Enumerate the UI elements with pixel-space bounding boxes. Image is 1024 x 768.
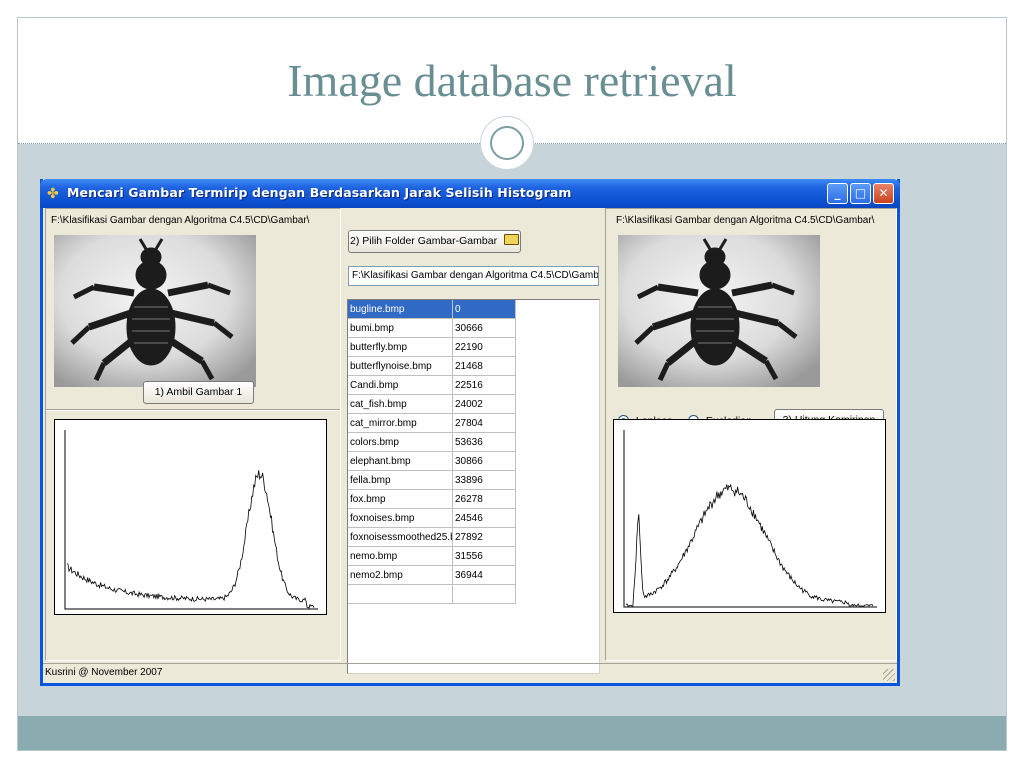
file-name-cell: foxnoises.bmp <box>348 508 453 528</box>
slide-bottom-band <box>18 716 1006 750</box>
file-list[interactable]: bugline.bmp 0 bumi.bmp 30666 butterfly.bmp 22… <box>347 299 600 674</box>
file-name-cell: elephant.bmp <box>348 451 453 471</box>
result-image-path: F:\Klasifikasi Gambar dengan Algoritma C… <box>616 215 875 226</box>
left-separator <box>46 409 340 411</box>
file-distance-cell: 27892 <box>452 527 516 547</box>
file-distance-cell: 33896 <box>452 470 516 490</box>
query-image-path: F:\Klasifikasi Gambar dengan Algoritma C… <box>51 215 310 226</box>
slide-frame: Image database retrieval ✤ Mencari Gamba… <box>17 17 1007 751</box>
slide-title: Image database retrieval <box>287 55 737 106</box>
table-row[interactable]: butterflynoise.bmp 21468 <box>348 356 516 376</box>
statusbar: Kusrini @ November 2007 <box>43 663 897 683</box>
file-name-cell: foxnoisessmoothed25.bmp <box>348 527 453 547</box>
histogram-axis <box>64 430 318 610</box>
file-name-cell: fella.bmp <box>348 470 453 490</box>
file-name-cell: bugline.bmp <box>348 300 453 319</box>
folder-path-input[interactable]: F:\Klasifikasi Gambar dengan Algoritma C… <box>348 266 599 286</box>
file-name-cell: cat_fish.bmp <box>348 394 453 414</box>
table-row[interactable]: fella.bmp 33896 <box>348 470 516 490</box>
folder-open-icon <box>503 234 519 245</box>
table-row[interactable]: fox.bmp 26278 <box>348 489 516 509</box>
left-panel: F:\Klasifikasi Gambar dengan Algoritma C… <box>45 208 341 661</box>
file-name-cell: butterflynoise.bmp <box>348 356 453 376</box>
file-distance-cell: 30666 <box>452 318 516 338</box>
file-distance-cell: 27804 <box>452 413 516 433</box>
louse-image-icon <box>54 235 256 387</box>
file-name-cell: nemo2.bmp <box>348 565 453 585</box>
file-name-cell: fox.bmp <box>348 489 453 509</box>
slide-header: Image database retrieval <box>18 18 1006 170</box>
table-row[interactable]: nemo2.bmp 36944 <box>348 565 516 585</box>
file-distance-cell: 22516 <box>452 375 516 395</box>
query-histogram <box>54 419 327 615</box>
file-distance-cell: 36944 <box>452 565 516 585</box>
pilih-folder-label: 2) Pilih Folder Gambar-Gambar <box>350 235 498 247</box>
table-row[interactable]: butterfly.bmp 22190 <box>348 337 516 357</box>
file-distance-cell: 21468 <box>452 356 516 376</box>
table-row[interactable]: cat_mirror.bmp 27804 <box>348 413 516 433</box>
middle-panel: 2) Pilih Folder Gambar-Gambar F:\Klasifi… <box>344 208 603 674</box>
file-table: bugline.bmp 0 bumi.bmp 30666 butterfly.bmp 22… <box>348 300 516 604</box>
result-histogram-plot <box>623 430 877 608</box>
window-title: Mencari Gambar Termirip dengan Berdasark… <box>67 185 572 200</box>
table-row[interactable]: foxnoises.bmp 24546 <box>348 508 516 528</box>
file-name-cell: Candi.bmp <box>348 375 453 395</box>
table-row[interactable]: bumi.bmp 30666 <box>348 318 516 338</box>
right-panel: F:\Klasifikasi Gambar dengan Algoritma C… <box>605 208 897 661</box>
query-histogram-plot <box>64 430 318 610</box>
resize-grip-icon[interactable] <box>883 669 895 681</box>
table-row[interactable]: foxnoisessmoothed25.bmp27892 <box>348 527 516 547</box>
minimize-button[interactable]: _ <box>827 183 848 204</box>
file-name-cell: bumi.bmp <box>348 318 453 338</box>
table-row[interactable]: bugline.bmp 0 <box>348 300 516 319</box>
histogram-curve <box>66 470 315 609</box>
histogram-axis <box>623 430 877 608</box>
window-titlebar[interactable]: ✤ Mencari Gambar Termirip dengan Berdasa… <box>40 179 900 208</box>
circle-ornament-icon <box>480 116 534 170</box>
file-distance-cell: 22190 <box>452 337 516 357</box>
file-distance-cell: 24546 <box>452 508 516 528</box>
statusbar-text: Kusrini @ November 2007 <box>45 667 163 678</box>
louse-image-icon <box>618 235 820 387</box>
ambil-gambar-button[interactable]: 1) Ambil Gambar 1 <box>143 381 254 404</box>
file-name-cell <box>348 584 453 604</box>
file-name-cell: colors.bmp <box>348 432 453 452</box>
file-name-cell: butterfly.bmp <box>348 337 453 357</box>
maximize-button[interactable]: □ <box>850 183 871 204</box>
file-name-cell: cat_mirror.bmp <box>348 413 453 433</box>
pilih-folder-button[interactable]: 2) Pilih Folder Gambar-Gambar <box>348 230 521 253</box>
result-histogram <box>613 419 886 613</box>
table-row[interactable]: Candi.bmp 22516 <box>348 375 516 395</box>
file-distance-cell: 31556 <box>452 546 516 566</box>
app-icon: ✤ <box>47 185 59 201</box>
query-image <box>54 235 256 387</box>
table-row[interactable]: cat_fish.bmp 24002 <box>348 394 516 414</box>
close-button[interactable]: ✕ <box>873 183 894 204</box>
file-distance-cell: 53636 <box>452 432 516 452</box>
table-row[interactable]: elephant.bmp 30866 <box>348 451 516 471</box>
table-row[interactable] <box>348 584 516 604</box>
table-row[interactable]: nemo.bmp 31556 <box>348 546 516 566</box>
file-distance-cell <box>452 584 516 604</box>
file-distance-cell: 26278 <box>452 489 516 509</box>
file-name-cell: nemo.bmp <box>348 546 453 566</box>
file-distance-cell: 30866 <box>452 451 516 471</box>
histogram-curve <box>625 483 874 607</box>
file-distance-cell: 0 <box>452 300 516 319</box>
table-row[interactable]: colors.bmp 53636 <box>348 432 516 452</box>
file-distance-cell: 24002 <box>452 394 516 414</box>
app-window: ✤ Mencari Gambar Termirip dengan Berdasa… <box>40 179 900 686</box>
result-image <box>618 235 820 387</box>
